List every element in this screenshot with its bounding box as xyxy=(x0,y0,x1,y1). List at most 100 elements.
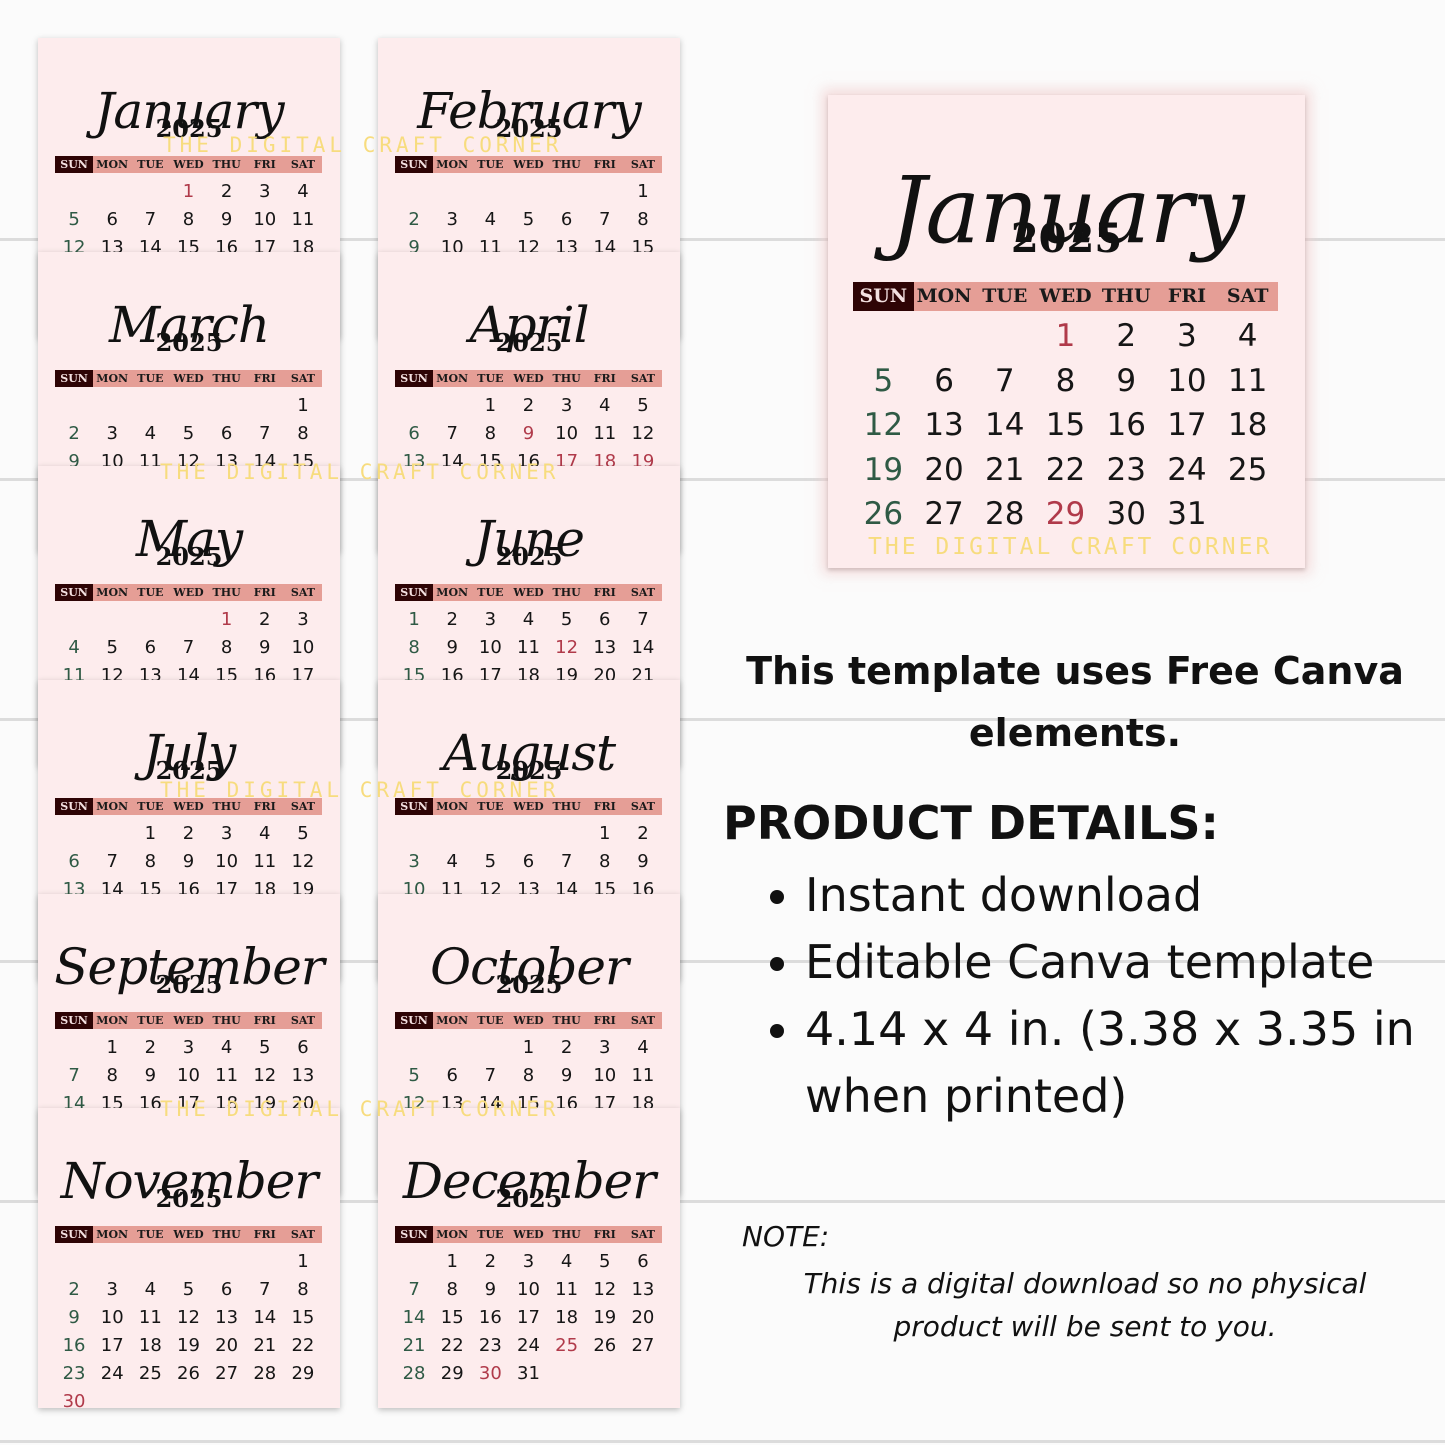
day-cell: 13 xyxy=(924,407,964,443)
day-cell: 7 xyxy=(259,423,271,444)
day-cell: 9 xyxy=(259,637,271,658)
headline: This template uses Free Canva elements. xyxy=(746,649,1404,755)
watermark: THE DIGITAL CRAFT CORNER xyxy=(160,1097,560,1121)
day-cell: 5 xyxy=(560,609,573,630)
weekday-header: SUN MON TUE WED THU FRI SAT xyxy=(55,1226,322,1243)
empty-cell xyxy=(208,1248,246,1276)
day-cell: 10 xyxy=(1167,362,1207,399)
empty-cell xyxy=(433,392,471,420)
day-cell: 14 xyxy=(985,407,1025,443)
weekday-label: SAT xyxy=(630,800,655,813)
day-cell: 1 xyxy=(220,609,233,630)
empty-cell xyxy=(509,820,547,848)
day-cell: 5 xyxy=(408,1065,420,1086)
note-text: This is a digital download so no physica… xyxy=(803,1267,1367,1343)
day-cell: 8 xyxy=(1055,362,1076,399)
day-cell: 8 xyxy=(297,423,309,444)
day-cell: 5 xyxy=(68,209,80,230)
weekday-header: SUN MON TUE WED THU FRI SAT xyxy=(395,1012,662,1029)
day-cell: 6 xyxy=(106,209,118,230)
day-cell: 11 xyxy=(593,423,617,444)
weekday-label: THU xyxy=(552,1014,581,1027)
weekday-label: SUN xyxy=(853,282,914,311)
day-cell: 26 xyxy=(593,1335,617,1356)
empty-cell xyxy=(131,392,169,420)
day-cell: 1 xyxy=(408,609,420,630)
empty-cell xyxy=(586,178,624,206)
weekday-label: TUE xyxy=(137,372,164,385)
empty-cell xyxy=(246,392,284,420)
details-title: PRODUCT DETAILS: xyxy=(723,796,1219,850)
empty-cell xyxy=(395,1034,433,1062)
detail-item: Instant download xyxy=(805,862,1445,929)
day-cell: 21 xyxy=(253,1335,277,1356)
empty-cell xyxy=(55,820,93,848)
day-cell: 18 xyxy=(1227,407,1268,443)
day-cell: 12 xyxy=(593,1279,617,1300)
day-cell: 9 xyxy=(68,1307,80,1328)
weekday-label: MON xyxy=(436,586,469,599)
empty-cell xyxy=(169,392,207,420)
day-cell: 29 xyxy=(1045,496,1086,532)
day-cell: 24 xyxy=(100,1363,124,1384)
weekday-label: SUN xyxy=(395,1012,434,1029)
day-cell: 8 xyxy=(522,1065,535,1086)
day-cell: 29 xyxy=(440,1363,464,1384)
day-cell: 3 xyxy=(522,1251,535,1272)
day-cell: 11 xyxy=(291,209,315,230)
day-cell: 7 xyxy=(599,209,611,230)
day-cell: 11 xyxy=(631,1065,655,1086)
day-cell: 18 xyxy=(138,1335,162,1356)
day-cell: 5 xyxy=(599,1251,611,1272)
day-cell: 6 xyxy=(220,423,233,444)
day-cell: 28 xyxy=(985,496,1025,532)
weekday-label: THU xyxy=(552,158,581,171)
day-cell: 5 xyxy=(259,1037,271,1058)
day-cell: 2 xyxy=(144,1037,157,1058)
weekday-header: SUN MON TUE WED THU FRI SAT xyxy=(395,584,662,601)
day-cell: 13 xyxy=(631,1279,655,1300)
empty-cell xyxy=(974,314,1035,359)
weekday-label: WED xyxy=(513,1228,544,1241)
empty-cell xyxy=(93,606,131,634)
day-cell: 25 xyxy=(1227,451,1268,488)
day-cell: 16 xyxy=(1106,407,1146,443)
weekday-label: SUN xyxy=(395,584,434,601)
day-cell: 3 xyxy=(106,1279,118,1300)
day-cell: 2 xyxy=(484,1251,497,1272)
day-cell: 11 xyxy=(138,1307,162,1328)
day-cell: 5 xyxy=(637,395,649,416)
empty-cell xyxy=(471,820,509,848)
weekday-header: SUN MON TUE WED THU FRI SAT xyxy=(55,1012,322,1029)
day-cell: 4 xyxy=(446,851,458,872)
weekday-label: FRI xyxy=(593,586,616,599)
day-cell: 1 xyxy=(484,395,497,416)
weekday-label: FRI xyxy=(1167,285,1207,307)
weekday-label: SUN xyxy=(55,156,94,173)
year-label: 2025 xyxy=(495,970,563,999)
weekday-header: SUN MON TUE WED THU FRI SAT xyxy=(395,370,662,387)
day-cell: 6 xyxy=(560,209,573,230)
day-cell: 3 xyxy=(599,1037,611,1058)
day-cell: 7 xyxy=(259,1279,271,1300)
day-cell: 9 xyxy=(1116,362,1137,399)
day-cell: 10 xyxy=(177,1065,200,1086)
weekday-label: SAT xyxy=(290,158,315,171)
weekday-label: FRI xyxy=(253,1014,276,1027)
day-cell: 2 xyxy=(259,609,271,630)
weekday-label: THU xyxy=(552,1228,581,1241)
empty-cell xyxy=(395,392,433,420)
weekday-label: FRI xyxy=(253,586,276,599)
empty-cell xyxy=(131,1248,169,1276)
weekday-label: SAT xyxy=(290,586,315,599)
day-cell: 2 xyxy=(637,823,649,844)
empty-cell xyxy=(395,820,433,848)
day-cell: 7 xyxy=(484,1065,497,1086)
day-cell: 15 xyxy=(291,1307,315,1328)
day-cell: 21 xyxy=(985,451,1025,488)
day-cell: 2 xyxy=(560,1037,573,1058)
weekday-label: MON xyxy=(96,1014,129,1027)
day-grid: 1234567891011121314151617181920212223242… xyxy=(853,314,1278,537)
weekday-label: TUE xyxy=(477,1228,504,1241)
weekday-label: WED xyxy=(513,586,544,599)
